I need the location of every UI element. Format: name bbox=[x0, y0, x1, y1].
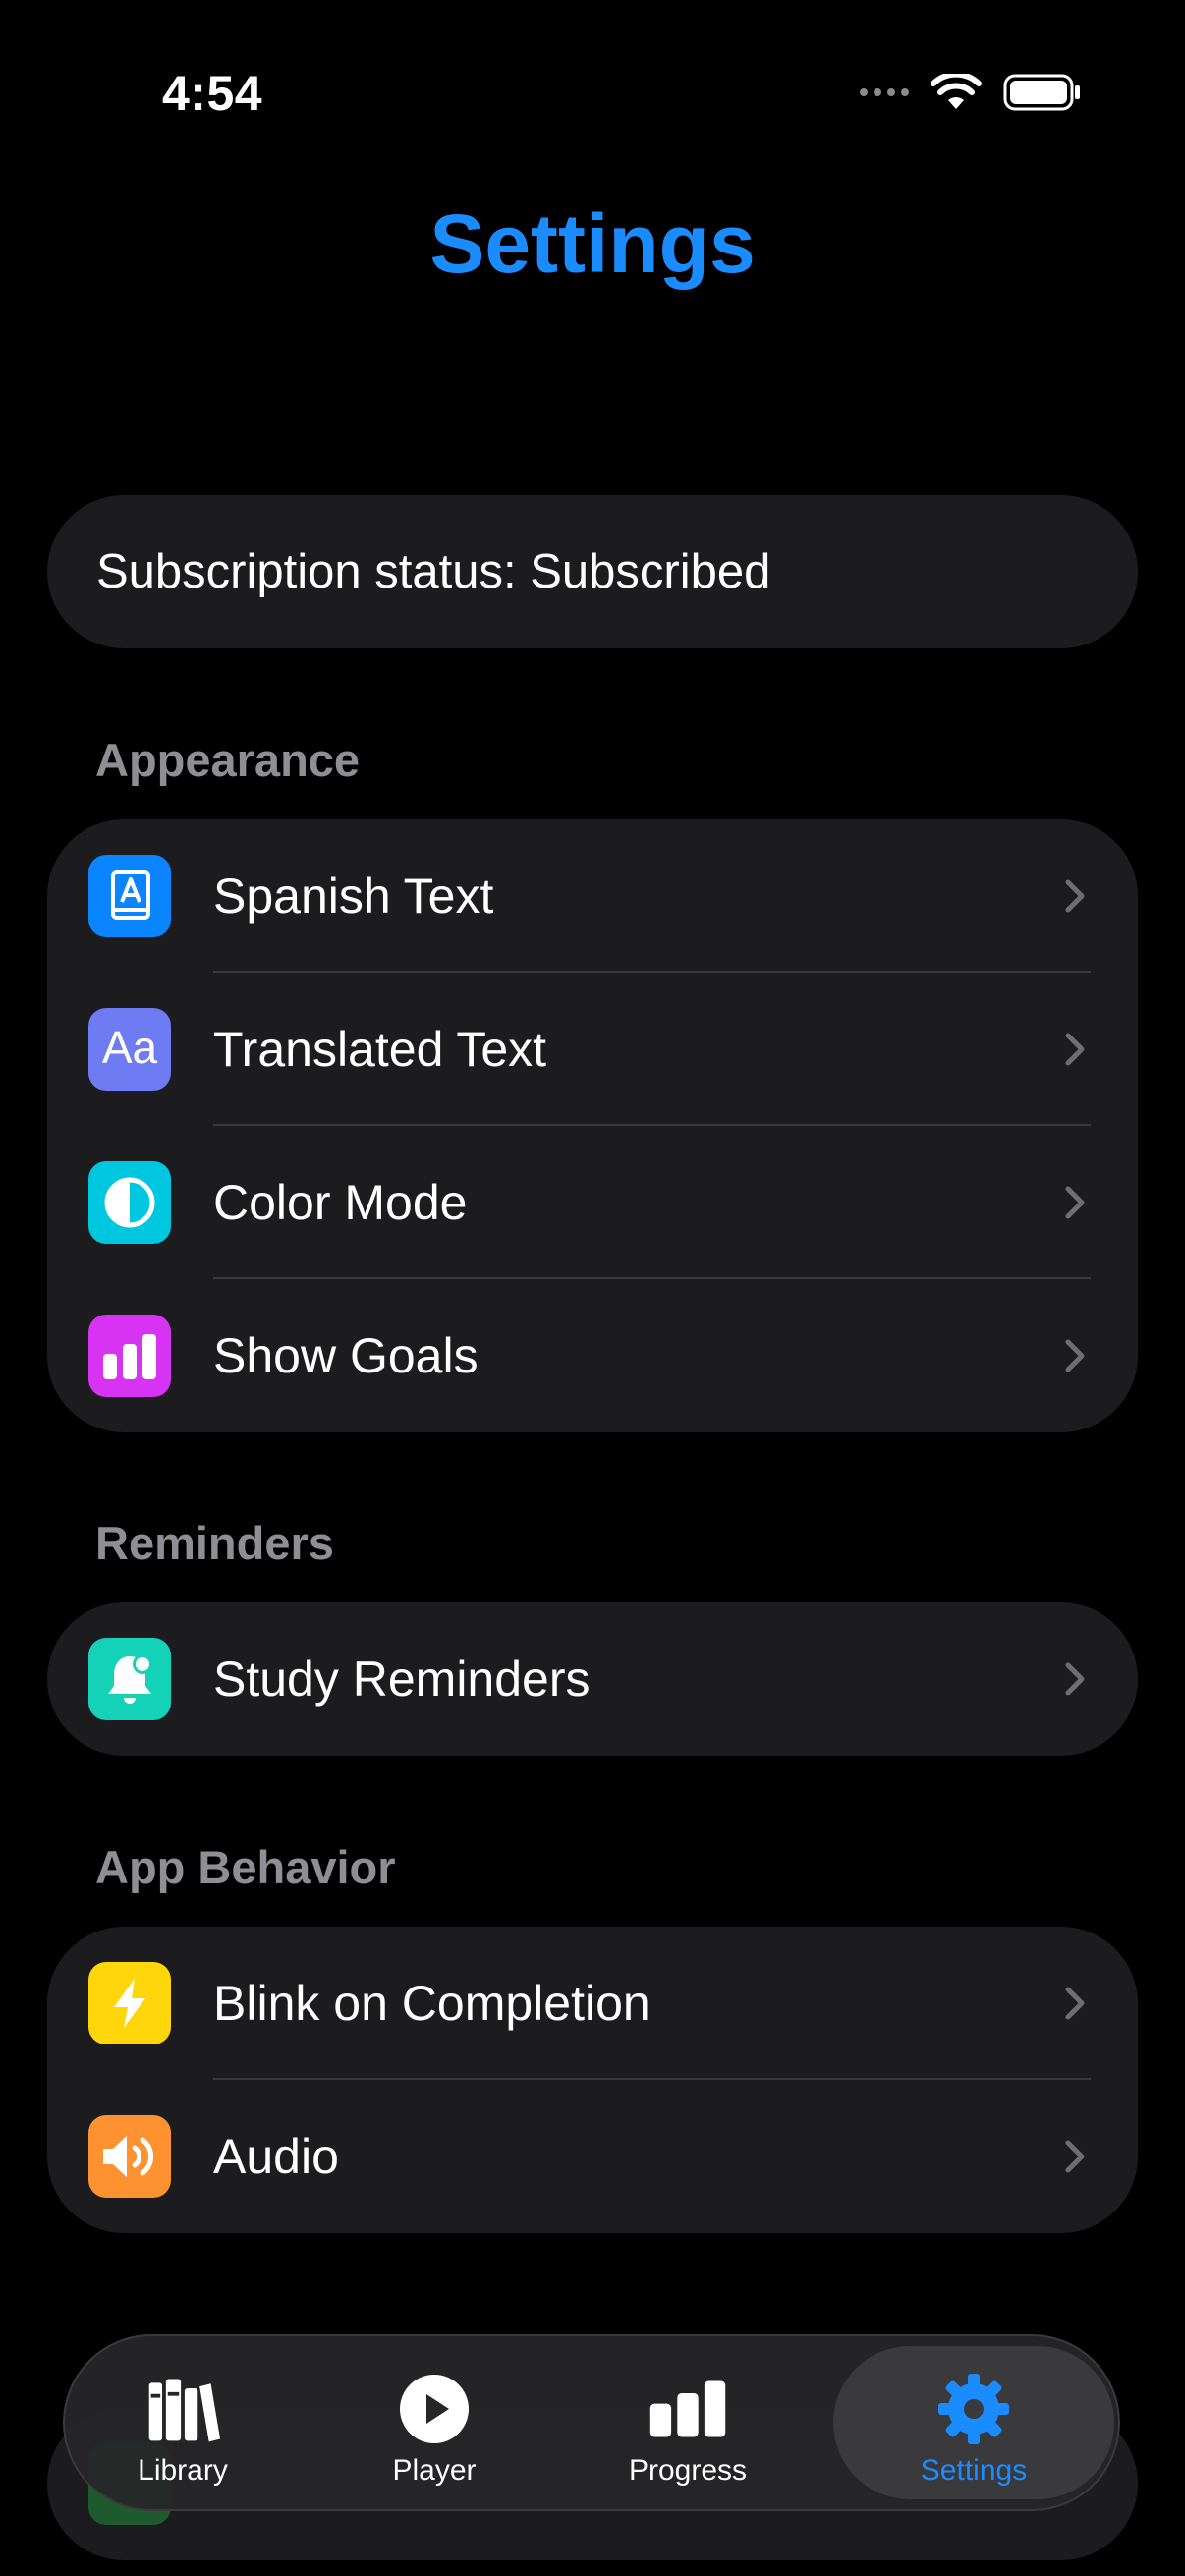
settings-row-study-reminders[interactable]: Study Reminders bbox=[47, 1602, 1138, 1756]
subscription-status-card[interactable]: Subscription status: Subscribed bbox=[47, 495, 1138, 648]
speaker-wave-icon bbox=[88, 2115, 171, 2198]
appearance-group: Spanish Text Aa Translated Text Color Mo… bbox=[47, 819, 1138, 1432]
tab-settings[interactable]: Settings bbox=[833, 2346, 1114, 2499]
gear-icon bbox=[934, 2370, 1013, 2448]
tab-label: Player bbox=[392, 2454, 477, 2487]
settings-row-spanish-text[interactable]: Spanish Text bbox=[47, 819, 1138, 973]
chevron-right-icon bbox=[1065, 1033, 1085, 1066]
tab-label: Progress bbox=[628, 2454, 748, 2487]
chevron-right-icon bbox=[1065, 1987, 1085, 2020]
app-behavior-group: Blink on Completion Audio bbox=[47, 1927, 1138, 2233]
section-header-appearance: Appearance bbox=[95, 734, 361, 786]
books-icon bbox=[143, 2370, 222, 2448]
chevron-right-icon bbox=[1065, 1186, 1085, 1219]
section-header-app-behavior: App Behavior bbox=[95, 1841, 396, 1893]
tab-library[interactable]: Library bbox=[65, 2336, 301, 2509]
settings-row-audio[interactable]: Audio bbox=[47, 2080, 1138, 2233]
tab-bar: Library Player Progress Settings bbox=[63, 2334, 1120, 2511]
settings-row-translated-text[interactable]: Aa Translated Text bbox=[47, 973, 1138, 1126]
settings-row-show-goals[interactable]: Show Goals bbox=[47, 1279, 1138, 1432]
subscription-status-text: Subscription status: Subscribed bbox=[96, 545, 771, 598]
wifi-icon bbox=[931, 74, 982, 109]
settings-row-color-mode[interactable]: Color Mode bbox=[47, 1126, 1138, 1279]
settings-row-label: Audio bbox=[213, 2129, 339, 2184]
settings-row-label: Show Goals bbox=[213, 1328, 479, 1383]
play-circle-icon bbox=[395, 2370, 474, 2448]
bar-chart-icon bbox=[649, 2370, 727, 2448]
signal-dots-icon bbox=[860, 88, 909, 96]
settings-row-label: Blink on Completion bbox=[213, 1976, 650, 2031]
svg-text:Aa: Aa bbox=[102, 1022, 158, 1073]
settings-row-label: Translated Text bbox=[213, 1022, 547, 1077]
chevron-right-icon bbox=[1065, 2140, 1085, 2173]
book-a-icon bbox=[88, 855, 171, 937]
settings-row-label: Study Reminders bbox=[213, 1652, 591, 1707]
settings-row-blink-on-completion[interactable]: Blink on Completion bbox=[47, 1927, 1138, 2080]
battery-icon bbox=[1003, 74, 1080, 111]
tab-label: Library bbox=[138, 2454, 228, 2487]
settings-row-label: Color Mode bbox=[213, 1175, 468, 1230]
chevron-right-icon bbox=[1065, 1339, 1085, 1372]
bolt-icon bbox=[88, 1962, 171, 2044]
chevron-right-icon bbox=[1065, 879, 1085, 913]
section-header-reminders: Reminders bbox=[95, 1517, 334, 1569]
page-title: Settings bbox=[429, 197, 756, 290]
tab-label: Settings bbox=[920, 2454, 1028, 2487]
status-icons bbox=[860, 73, 1082, 112]
bell-badge-icon bbox=[88, 1638, 171, 1720]
bar-chart-icon bbox=[88, 1315, 171, 1397]
chevron-right-icon bbox=[1065, 1662, 1085, 1696]
tab-progress[interactable]: Progress bbox=[570, 2336, 806, 2509]
status-time: 4:54 bbox=[162, 66, 263, 121]
settings-row-label: Spanish Text bbox=[213, 868, 494, 924]
contrast-circle-icon bbox=[88, 1161, 171, 1244]
tab-player[interactable]: Player bbox=[316, 2336, 552, 2509]
reminders-group: Study Reminders bbox=[47, 1602, 1138, 1756]
text-aa-icon: Aa bbox=[88, 1008, 171, 1091]
